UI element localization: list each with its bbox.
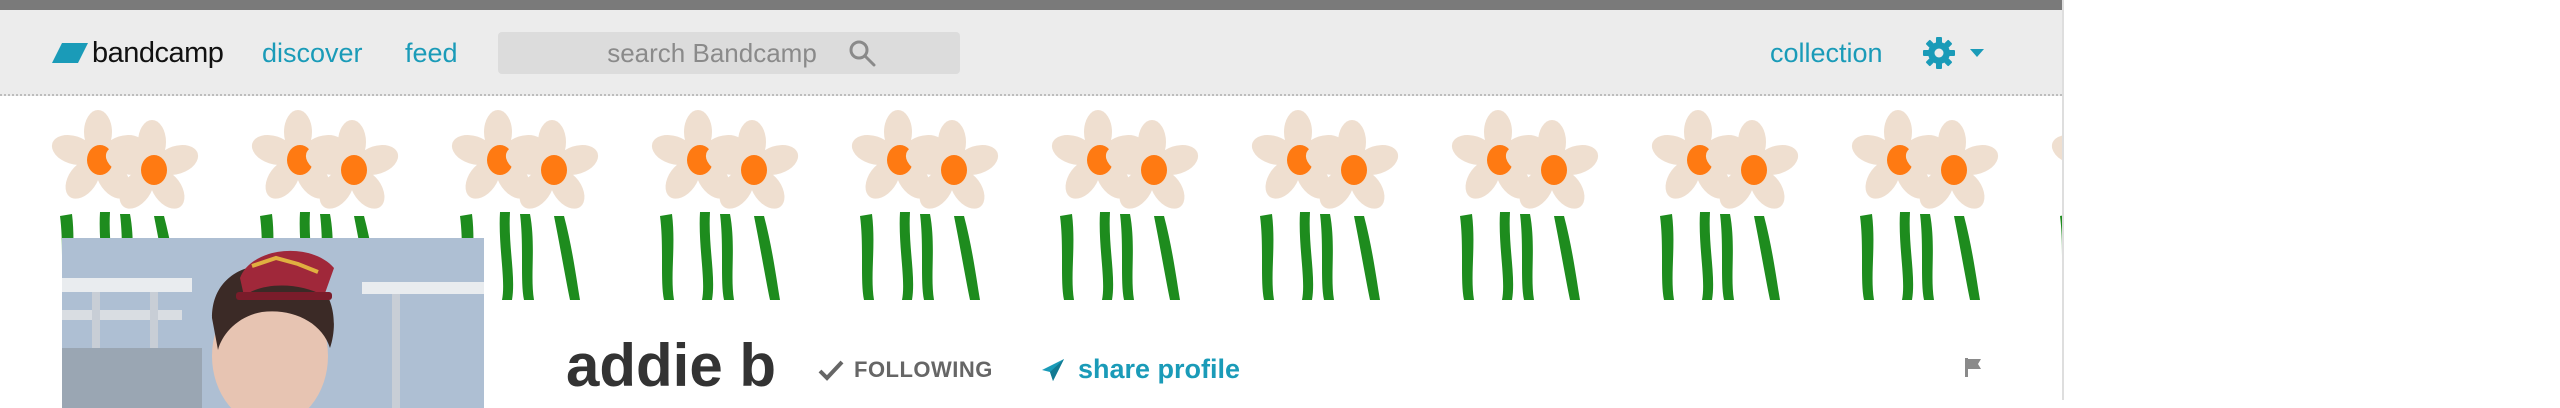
nav-collection-link[interactable]: collection [1770, 38, 1883, 69]
flag-icon[interactable] [1962, 356, 1984, 378]
search-icon[interactable] [848, 39, 876, 67]
site-header: bandcamp discover feed collection [0, 10, 2062, 96]
nav-discover-link[interactable]: discover [262, 38, 363, 69]
bandcamp-logo-icon [52, 43, 88, 63]
page-edge-divider [2062, 0, 2064, 400]
bandcamp-logo[interactable]: bandcamp [52, 36, 224, 70]
logo-text: bandcamp [92, 36, 224, 69]
window-top-strip [0, 0, 2064, 10]
share-icon [1042, 358, 1064, 381]
chevron-down-icon [1970, 49, 1984, 57]
following-button[interactable]: FOLLOWING [818, 357, 993, 383]
following-label: FOLLOWING [854, 357, 993, 382]
share-profile-label: share profile [1078, 354, 1241, 384]
nav-feed-link[interactable]: feed [405, 38, 458, 69]
share-profile-button[interactable]: share profile [1040, 354, 1240, 385]
settings-menu-button[interactable] [1922, 36, 1990, 70]
check-icon [818, 360, 844, 381]
search-input[interactable] [582, 37, 842, 69]
profile-name: addie b [566, 332, 777, 399]
gear-icon [1923, 37, 1955, 69]
search-box[interactable] [498, 32, 960, 74]
profile-avatar[interactable] [62, 238, 484, 408]
avatar-photo [62, 238, 484, 408]
